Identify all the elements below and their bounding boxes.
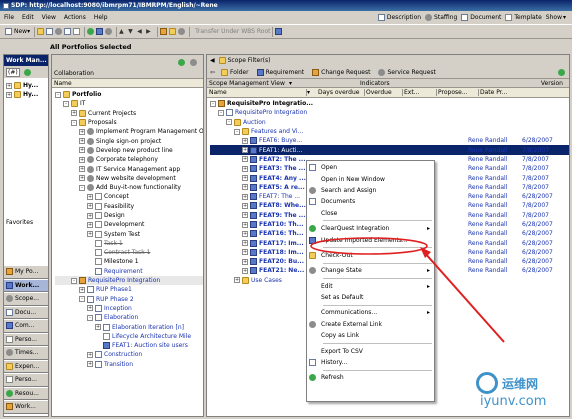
watermark-cn: 运维网: [502, 376, 539, 391]
watermark: 运维网 iyunv.com: [476, 372, 568, 416]
watermark-logo-icon: [476, 372, 498, 394]
annotation-highlight-ellipse: [310, 237, 428, 255]
annotation-arrow: [423, 251, 505, 343]
watermark-en: iyunv.com: [480, 394, 547, 409]
annotation-overlay: [310, 237, 505, 343]
